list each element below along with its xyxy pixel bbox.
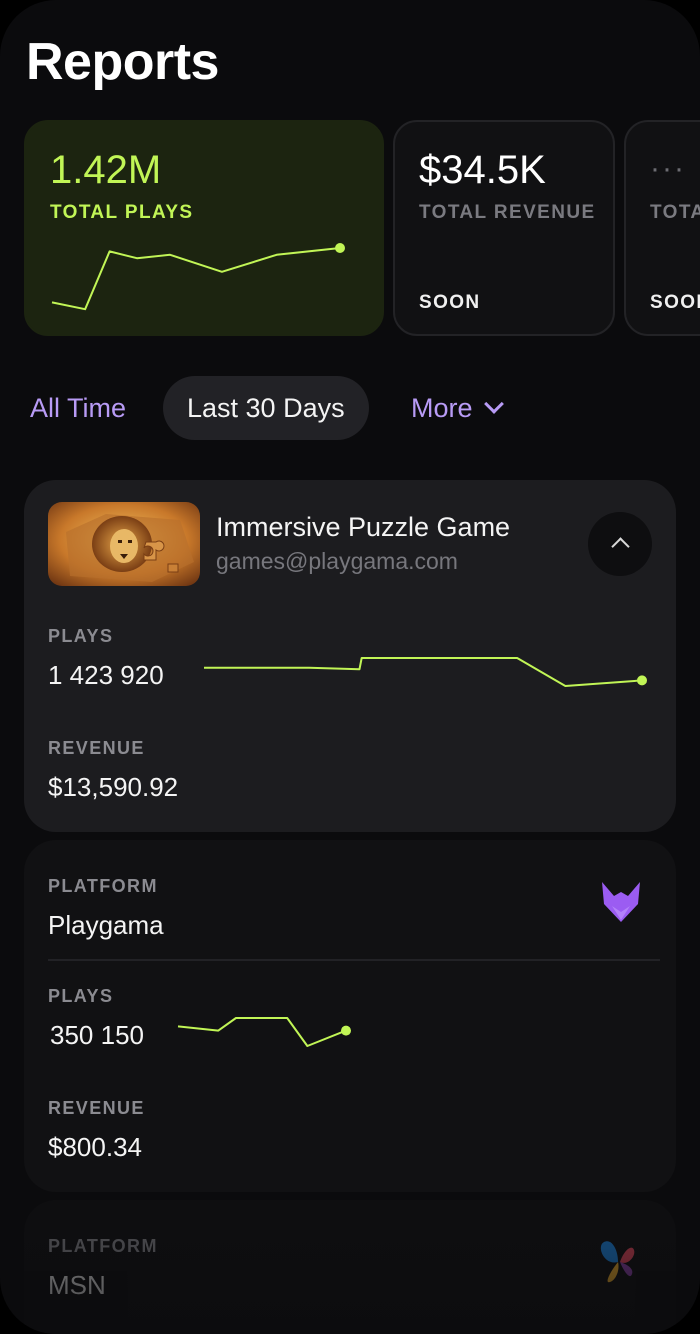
platform-label: PLATFORM bbox=[48, 876, 158, 896]
platform-card-playgama[interactable]: PLATFORM Playgama PLAYS 350 150 REVENUE … bbox=[24, 840, 676, 1192]
sparkline-path bbox=[51, 247, 341, 311]
platform-label: PLATFORM bbox=[48, 1236, 158, 1256]
filter-more-dropdown[interactable]: More bbox=[411, 376, 504, 440]
plays-value: 350 150 bbox=[50, 1020, 144, 1050]
collapse-button[interactable] bbox=[588, 512, 652, 576]
game-plays-sparkline bbox=[204, 657, 647, 687]
soon-badge: SOON bbox=[650, 292, 700, 313]
filter-all-time[interactable]: All Time bbox=[30, 376, 126, 440]
revenue-value: $800.34 bbox=[48, 1132, 142, 1162]
revenue-label: REVENUE bbox=[48, 1098, 145, 1118]
stat-label: TOTAL REVENUE bbox=[419, 202, 596, 223]
plays-value: 1 423 920 bbox=[48, 660, 164, 690]
plays-sparkline bbox=[51, 243, 345, 311]
game-email: games@playgama.com bbox=[216, 548, 458, 574]
stat-label: TOTA bbox=[650, 202, 700, 223]
sparkline-endpoint bbox=[341, 1025, 351, 1036]
stat-value: $34.5K bbox=[419, 148, 546, 192]
platform-name: Playgama bbox=[48, 910, 164, 940]
plays-label: PLAYS bbox=[48, 986, 114, 1006]
divider bbox=[48, 959, 660, 961]
revenue-label: REVENUE bbox=[48, 738, 145, 758]
platform-card-msn[interactable]: PLATFORM MSN bbox=[24, 1200, 676, 1334]
game-card[interactable]: Immersive Puzzle Game games@playgama.com… bbox=[24, 480, 676, 832]
stat-value: 1.42M bbox=[50, 148, 162, 192]
stat-label: TOTAL PLAYS bbox=[50, 202, 194, 223]
stat-card-partial[interactable]: ··· TOTA SOON bbox=[624, 120, 700, 336]
chevron-up-icon bbox=[611, 537, 630, 556]
platform-plays-sparkline bbox=[177, 1017, 351, 1047]
sparkline-path bbox=[204, 657, 643, 687]
msn-butterfly-icon bbox=[600, 1241, 635, 1283]
revenue-value: $13,590.92 bbox=[48, 772, 179, 802]
game-name: Immersive Puzzle Game bbox=[216, 512, 511, 542]
loading-dots: ··· bbox=[650, 152, 686, 185]
sparkline-endpoint bbox=[335, 243, 345, 253]
sparkline-endpoint bbox=[637, 675, 647, 686]
playgama-fox-icon bbox=[602, 882, 640, 922]
page-title: Reports bbox=[26, 33, 219, 91]
stat-card-total-plays[interactable]: 1.42M TOTAL PLAYS bbox=[24, 120, 384, 336]
stat-card-total-revenue[interactable]: $34.5K TOTAL REVENUE SOON bbox=[393, 120, 615, 336]
filter-more-label: More bbox=[411, 393, 473, 423]
plays-label: PLAYS bbox=[48, 626, 114, 646]
soon-badge: SOON bbox=[419, 292, 481, 313]
chevron-down-icon bbox=[483, 394, 504, 414]
platform-name: MSN bbox=[48, 1270, 106, 1300]
filter-last-30-days[interactable]: Last 30 Days bbox=[163, 376, 369, 440]
game-thumbnail bbox=[48, 502, 200, 586]
sparkline-path bbox=[177, 1017, 347, 1047]
reports-screen: Reports 1.42M TOTAL PLAYS $34.5K TOTAL R… bbox=[0, 0, 700, 1334]
